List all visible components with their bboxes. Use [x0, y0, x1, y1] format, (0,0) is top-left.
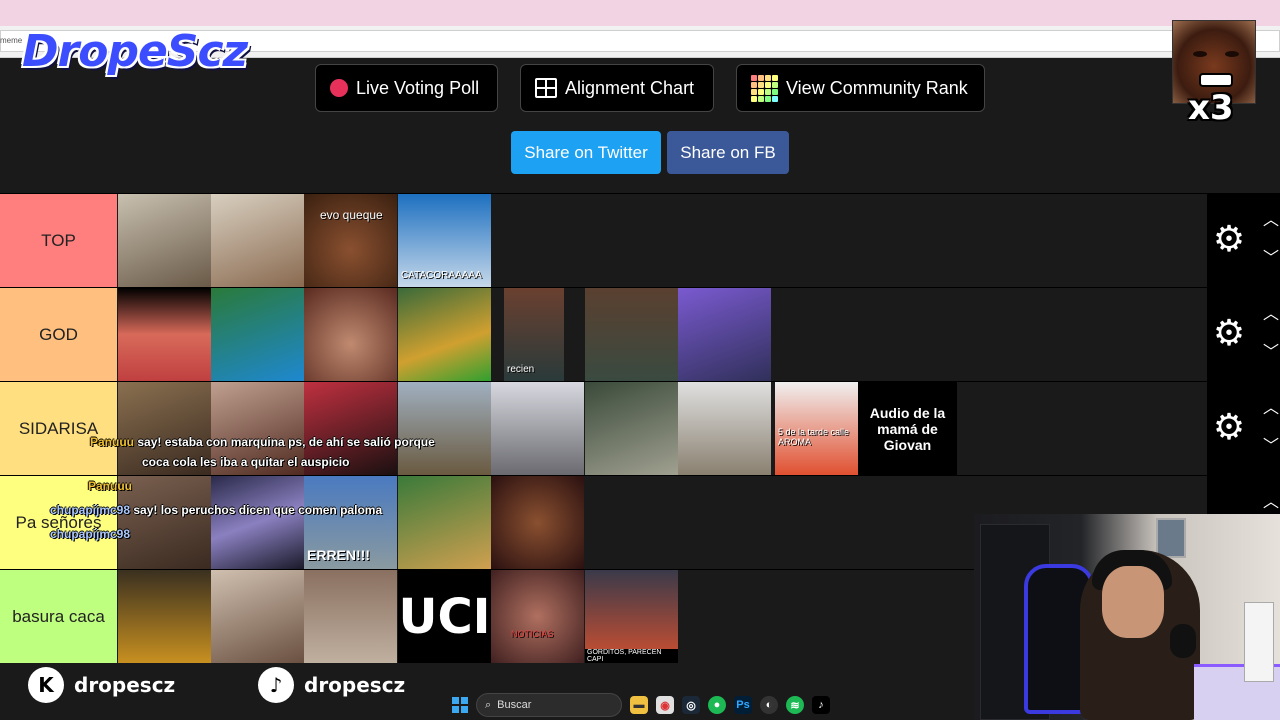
streamer-logo: DropeScz [22, 26, 248, 77]
chevron-down-icon[interactable]: ﹀ [1262, 251, 1280, 267]
chat-username: Panuuu [88, 479, 132, 493]
tier-label[interactable]: TOP [0, 194, 117, 287]
chevron-down-icon[interactable]: ﹀ [1262, 439, 1280, 455]
tiktok-handle: dropescz [304, 673, 406, 697]
view-community-rank-label: View Community Rank [786, 77, 968, 98]
alignment-chart-button[interactable]: Alignment Chart [520, 64, 714, 112]
tiktok-app-icon[interactable]: ♪ [812, 696, 830, 714]
tier-item-caption: GORDITOS, PARECEN CAPI [585, 649, 678, 663]
tier-item[interactable]: ERREN!!! [304, 476, 397, 569]
xbox-icon[interactable]: ● [708, 696, 726, 714]
share-twitter-button[interactable]: Share on Twitter [511, 131, 661, 174]
chrome-icon[interactable]: ◉ [656, 696, 674, 714]
file-explorer-icon[interactable]: ▬ [630, 696, 648, 714]
tier-item-caption: UCI [398, 588, 491, 645]
tier-label[interactable]: basura caca [0, 570, 117, 663]
tier-item[interactable] [118, 194, 211, 287]
tier-item[interactable]: recien [504, 288, 564, 381]
tier-item-caption: NOTICIAS [511, 629, 554, 639]
tier-item[interactable] [585, 382, 678, 475]
browser-tab-strip [0, 0, 1280, 26]
spotify-icon[interactable]: ≋ [786, 696, 804, 714]
chevron-down-icon[interactable]: ﹀ [1262, 345, 1280, 361]
chat-message: chupapijmc98 say! los peruchos dicen que… [50, 503, 382, 517]
tier-item[interactable] [585, 288, 678, 381]
tier-item-caption: CATACORAAAAA [401, 270, 482, 281]
tier-row-top: TOP evo queque CATACORAAAAA [0, 193, 1207, 287]
address-text: meme [0, 36, 23, 45]
chat-message-continuation: coca cola les iba a quitar el auspicio [142, 455, 350, 469]
tier-item-caption: 5 de la tarde calle AROMA [778, 427, 850, 447]
tier-item-caption: evo queque [320, 208, 383, 222]
gear-icon[interactable]: ⚙ [1212, 315, 1246, 351]
share-facebook-button[interactable]: Share on FB [667, 131, 789, 174]
multiplier-text: x3 [1188, 88, 1234, 128]
tier-item[interactable] [304, 288, 397, 381]
tier-item[interactable] [398, 476, 491, 569]
tier-item[interactable] [211, 476, 304, 569]
grid-icon [535, 78, 557, 98]
tier-item[interactable] [118, 288, 211, 381]
taskbar-search-placeholder: Buscar [497, 699, 532, 711]
gear-icon[interactable]: ⚙ [1212, 221, 1246, 257]
chevron-up-icon[interactable]: ︿ [1262, 307, 1280, 323]
gear-icon[interactable]: ⚙ [1212, 409, 1246, 445]
chat-message: Panuuu [88, 479, 132, 493]
chat-text: say! los peruchos dicen que comen paloma [133, 503, 383, 517]
tier-item[interactable]: CATACORAAAAA [398, 194, 491, 287]
steam-icon[interactable]: ◎ [682, 696, 700, 714]
tier-item[interactable] [398, 288, 491, 381]
tier-item[interactable]: GORDITOS, PARECEN CAPI [585, 570, 678, 663]
tier-item[interactable] [304, 570, 397, 663]
tiktok-icon: ♪ [258, 667, 294, 703]
taskbar: ⌕ Buscar ▬ ◉ ◎ ● Ps ◐ ≋ ♪ [440, 690, 900, 720]
kick-icon: K [28, 667, 64, 703]
chevron-up-icon[interactable]: ︿ [1262, 401, 1280, 417]
chat-username: chupapijmc98 [50, 527, 131, 541]
search-icon: ⌕ [485, 698, 492, 711]
record-dot-icon [330, 79, 348, 97]
tier-item-caption: ERREN!!! [307, 547, 370, 563]
live-voting-poll-button[interactable]: Live Voting Poll [315, 64, 498, 112]
chevron-up-icon[interactable]: ︿ [1262, 213, 1280, 229]
chat-text: say! estaba con marquina ps, de ahí se s… [137, 435, 435, 449]
photoshop-icon[interactable]: Ps [734, 696, 752, 714]
tier-item[interactable] [118, 570, 211, 663]
chat-message: Panuuu say! estaba con marquina ps, de a… [90, 435, 435, 449]
tier-item[interactable] [678, 288, 771, 381]
live-voting-poll-label: Live Voting Poll [356, 77, 480, 98]
webcam-feed [974, 514, 1280, 720]
tier-item[interactable] [211, 194, 304, 287]
kick-handle: dropescz [74, 673, 176, 697]
tier-label[interactable]: SIDARISA [0, 382, 117, 475]
tier-item[interactable] [211, 570, 304, 663]
tier-item-caption: Audio de la mamá de Giovan [869, 404, 946, 453]
tier-item-caption: recien [507, 364, 535, 375]
tier-item[interactable] [491, 382, 584, 475]
chat-message: chupapijmc98 [50, 527, 130, 541]
tier-item[interactable] [491, 476, 584, 569]
tier-item[interactable]: Audio de la mamá de Giovan [858, 382, 957, 475]
tier-row-god: GOD recien [0, 287, 1207, 381]
tiktok-social: ♪ dropescz [258, 667, 405, 703]
chat-username: Panuuu [90, 435, 134, 449]
tier-item[interactable]: UCI [398, 570, 491, 663]
tier-item[interactable] [678, 382, 771, 475]
tier-colors-icon [751, 74, 778, 102]
tier-item[interactable]: NOTICIAS [491, 570, 584, 663]
tier-item[interactable]: evo queque [304, 194, 397, 287]
tier-item[interactable]: 5 de la tarde calle AROMA [775, 382, 858, 475]
obs-icon[interactable]: ◐ [760, 696, 778, 714]
chevron-up-icon[interactable]: ︿ [1262, 495, 1280, 511]
screen: meme DropeScz Live Voting Poll Alignment… [0, 0, 1280, 720]
tier-item[interactable] [211, 288, 304, 381]
windows-start-icon[interactable] [452, 697, 468, 713]
view-community-rank-button[interactable]: View Community Rank [736, 64, 985, 112]
kick-social: K dropescz [28, 667, 175, 703]
taskbar-search[interactable]: ⌕ Buscar [476, 693, 622, 717]
tier-item[interactable] [398, 382, 491, 475]
tier-label[interactable]: GOD [0, 288, 117, 381]
chat-username: chupapijmc98 [50, 503, 131, 517]
alignment-chart-label: Alignment Chart [565, 77, 695, 98]
